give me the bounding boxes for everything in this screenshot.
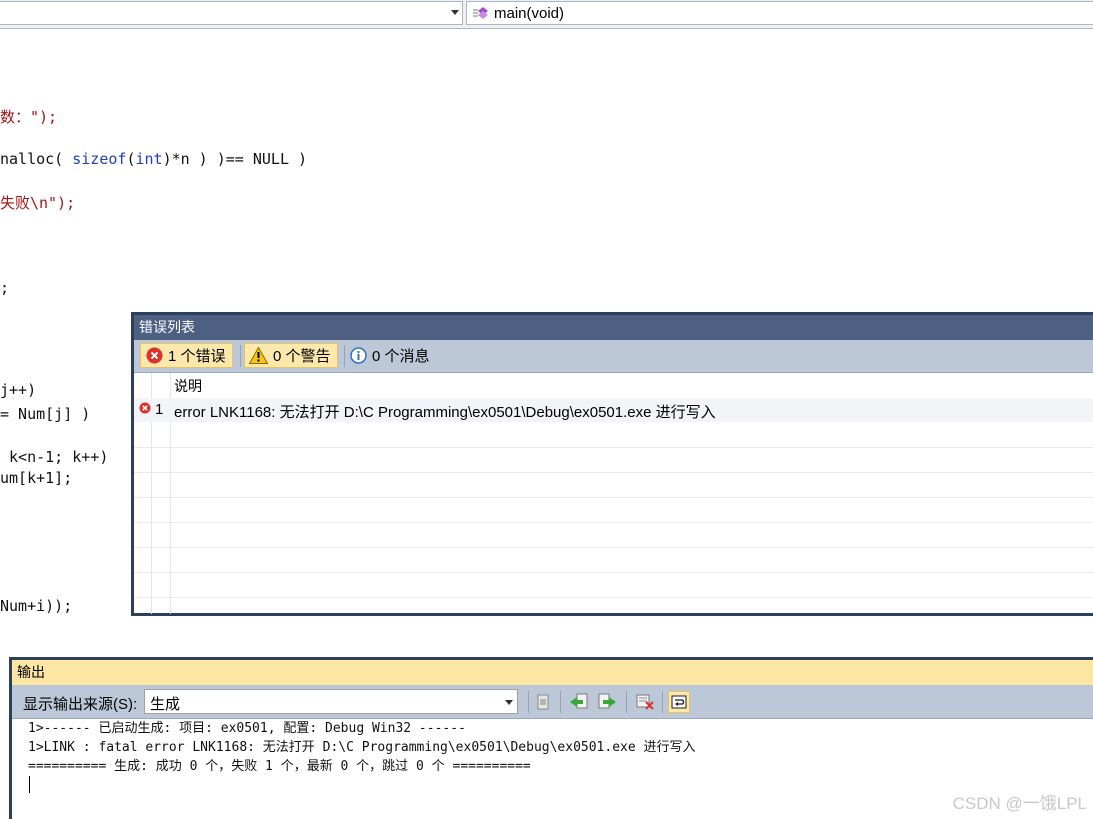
output-line: 1>------ 已启动生成: 项目: ex0501, 配置: Debug Wi… [28, 721, 466, 736]
code-token: um[k+1]; [0, 469, 73, 487]
warning-icon [249, 347, 268, 364]
error-row-description: error LNK1168: 无法打开 D:\C Programming\ex0… [174, 404, 716, 421]
code-token: nalloc( [0, 150, 73, 168]
error-row[interactable]: 1 error LNK1168: 无法打开 D:\C Programming\e… [134, 398, 1093, 422]
code-token: )*n ) )== NULL ) [162, 150, 308, 168]
output-source-label: 显示输出来源(S): [23, 696, 138, 713]
code-token: int [135, 150, 163, 168]
error-list-window: 错误列表 1 个错误 0 个警告 0 个消息 说明 1 error LNK116… [131, 312, 1093, 616]
error-icon [146, 347, 163, 364]
output-text[interactable]: 1>------ 已启动生成: 项目: ex0501, 配置: Debug Wi… [28, 719, 696, 776]
word-wrap-toggle-icon[interactable] [668, 691, 690, 713]
description-column-header[interactable]: 说明 [174, 376, 202, 396]
grid-row-line [134, 447, 1093, 448]
errors-filter-button[interactable]: 1 个错误 [140, 343, 233, 368]
navigation-bar: main(void) [0, 0, 1093, 29]
error-list-title: 错误列表 [134, 315, 1093, 340]
output-line: ========== 生成: 成功 0 个，失败 1 个，最新 0 个，跳过 0… [28, 759, 531, 774]
code-line: k<n-1; k++) [0, 448, 108, 466]
code-line: um[k+1]; [0, 469, 72, 487]
toolbar-separator [528, 691, 529, 713]
code-token: k<n-1; k++) [0, 448, 109, 466]
output-line: 1>LINK : fatal error LNK1168: 无法打开 D:\C … [28, 740, 696, 755]
code-line: j++) [0, 381, 36, 399]
grid-row-line [134, 497, 1093, 498]
messages-filter-label: 0 个消息 [372, 348, 430, 365]
output-source-dropdown[interactable]: 生成 [144, 689, 518, 714]
toolbar-separator [626, 691, 627, 713]
code-line: ; [0, 279, 9, 297]
code-token: 失败\n"); [0, 194, 76, 212]
code-token: j++) [0, 381, 37, 399]
code-line: = Num[j] ) [0, 405, 90, 423]
error-icon [139, 402, 151, 414]
text-caret [29, 776, 30, 793]
clear-all-icon[interactable] [634, 691, 656, 713]
toolbar-separator [240, 345, 241, 367]
grid-row-line [134, 547, 1093, 548]
errors-filter-label: 1 个错误 [168, 348, 226, 365]
function-dropdown[interactable]: main(void) [466, 1, 1093, 25]
output-title: 输出 [12, 660, 1093, 685]
grid-row-line [134, 597, 1093, 598]
error-list-grid: 说明 1 error LNK1168: 无法打开 D:\C Programmin… [134, 373, 1093, 614]
messages-filter-button[interactable]: 0 个消息 [350, 343, 430, 368]
warnings-filter-button[interactable]: 0 个警告 [244, 343, 338, 368]
grid-row-line [134, 572, 1093, 573]
code-line: 数："); [0, 106, 57, 127]
toolbar-separator [662, 691, 663, 713]
chevron-down-icon[interactable] [451, 10, 459, 15]
error-row-number: 1 [155, 401, 164, 418]
code-token: = Num[j] ) [0, 405, 91, 423]
watermark: CSDN @一饿LPL [952, 794, 1087, 813]
code-line: 失败\n"); [0, 192, 75, 213]
code-token: sizeof [72, 150, 127, 168]
code-token: 数："); [0, 108, 58, 126]
error-list-toolbar: 1 个错误 0 个警告 0 个消息 [134, 340, 1093, 373]
code-token: ; [0, 279, 10, 297]
code-line: Num+i)); [0, 597, 72, 615]
previous-message-icon[interactable] [568, 691, 590, 713]
grid-row-line [134, 522, 1093, 523]
function-icon [473, 7, 488, 19]
toolbar-separator [344, 345, 345, 367]
code-line: nalloc( sizeof(int)*n ) )== NULL ) [0, 150, 307, 168]
info-icon [350, 347, 367, 364]
find-message-icon[interactable] [532, 691, 554, 713]
output-toolbar: 显示输出来源(S): 生成 [12, 685, 1093, 719]
output-source-value: 生成 [150, 696, 181, 713]
code-token: Num+i)); [0, 597, 73, 615]
scope-dropdown[interactable] [0, 1, 463, 25]
chevron-down-icon[interactable] [505, 700, 513, 705]
next-message-icon[interactable] [596, 691, 618, 713]
grid-row-line [134, 472, 1093, 473]
toolbar-separator [560, 691, 561, 713]
function-dropdown-value: main(void) [494, 5, 565, 22]
warnings-filter-label: 0 个警告 [273, 348, 331, 365]
